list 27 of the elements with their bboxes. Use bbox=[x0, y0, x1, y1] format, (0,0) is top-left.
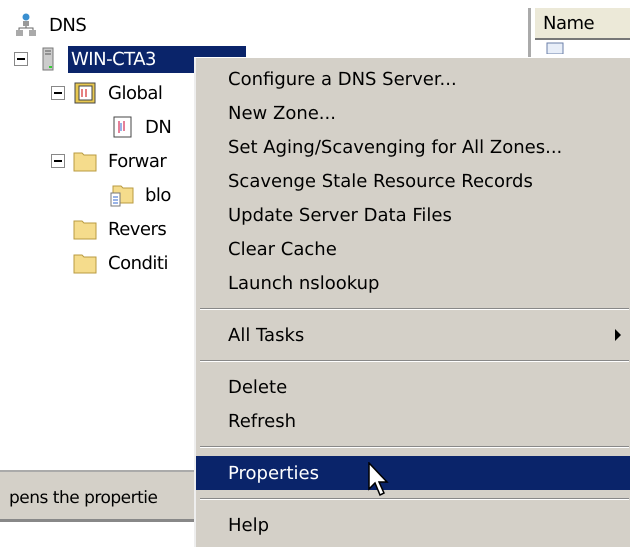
tree-item[interactable]: DN bbox=[142, 114, 174, 140]
log-book-icon bbox=[73, 81, 97, 105]
menu-item[interactable]: Launch nslookup bbox=[196, 266, 630, 300]
menu-item[interactable]: Help bbox=[196, 508, 630, 542]
collapse-toggle[interactable] bbox=[14, 52, 28, 66]
tree-item[interactable]: DNS bbox=[46, 12, 90, 38]
menu-item[interactable]: Update Server Data Files bbox=[196, 198, 630, 232]
submenu-arrow-icon bbox=[615, 329, 621, 341]
menu-item[interactable]: Delete bbox=[196, 370, 630, 404]
menu-item[interactable]: Scavenge Stale Resource Records bbox=[196, 164, 630, 198]
collapse-toggle[interactable] bbox=[51, 86, 65, 100]
tree-item[interactable]: Forwar bbox=[105, 148, 170, 174]
menu-item[interactable]: Set Aging/Scavenging for All Zones... bbox=[196, 130, 630, 164]
menu-item[interactable]: Refresh bbox=[196, 404, 630, 438]
menu-item[interactable]: New Zone... bbox=[196, 96, 630, 130]
menu-item[interactable]: All Tasks bbox=[196, 318, 630, 352]
collapse-toggle[interactable] bbox=[51, 154, 65, 168]
tree-item[interactable]: Global bbox=[105, 80, 166, 106]
menu-item[interactable]: Properties bbox=[196, 456, 630, 490]
network-icon bbox=[14, 13, 38, 37]
menu-item[interactable]: Clear Cache bbox=[196, 232, 630, 266]
zone-folder-icon bbox=[110, 183, 134, 207]
list-item-icon bbox=[545, 42, 565, 54]
tree-item[interactable]: blo bbox=[142, 182, 174, 208]
tree-item[interactable]: Revers bbox=[105, 216, 170, 242]
tree-item[interactable]: Conditi bbox=[105, 250, 171, 276]
status-text: pens the propertie bbox=[9, 487, 158, 510]
